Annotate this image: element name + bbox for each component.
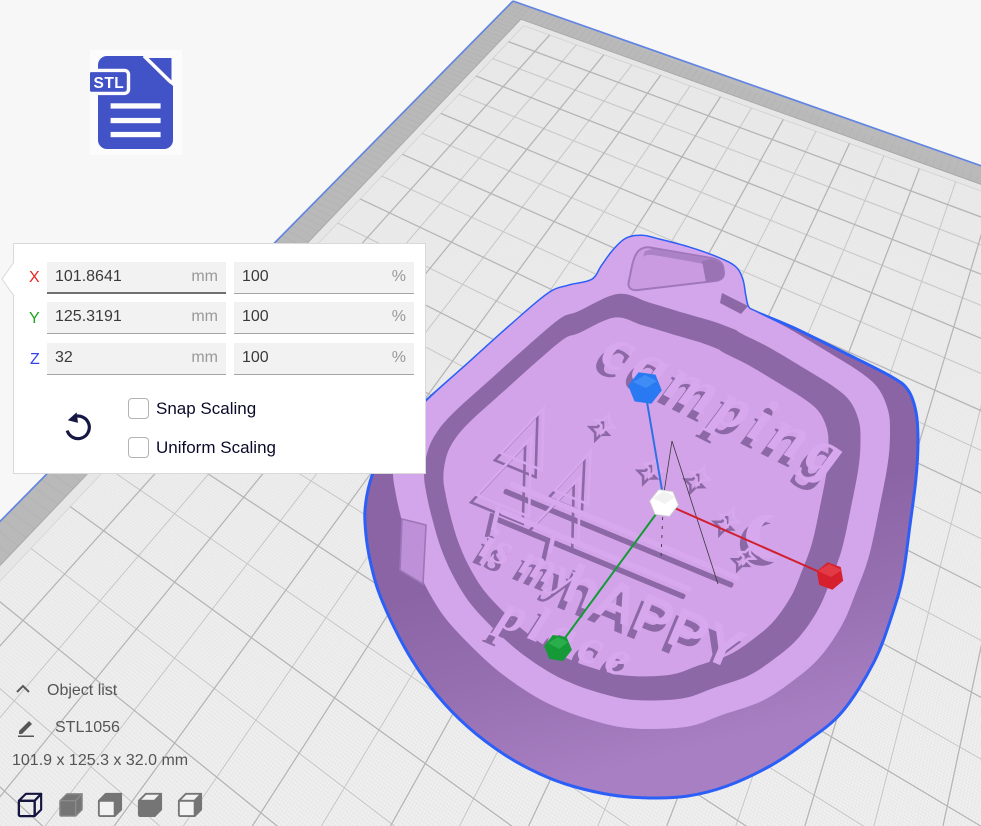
svg-text:STL: STL (94, 75, 125, 92)
